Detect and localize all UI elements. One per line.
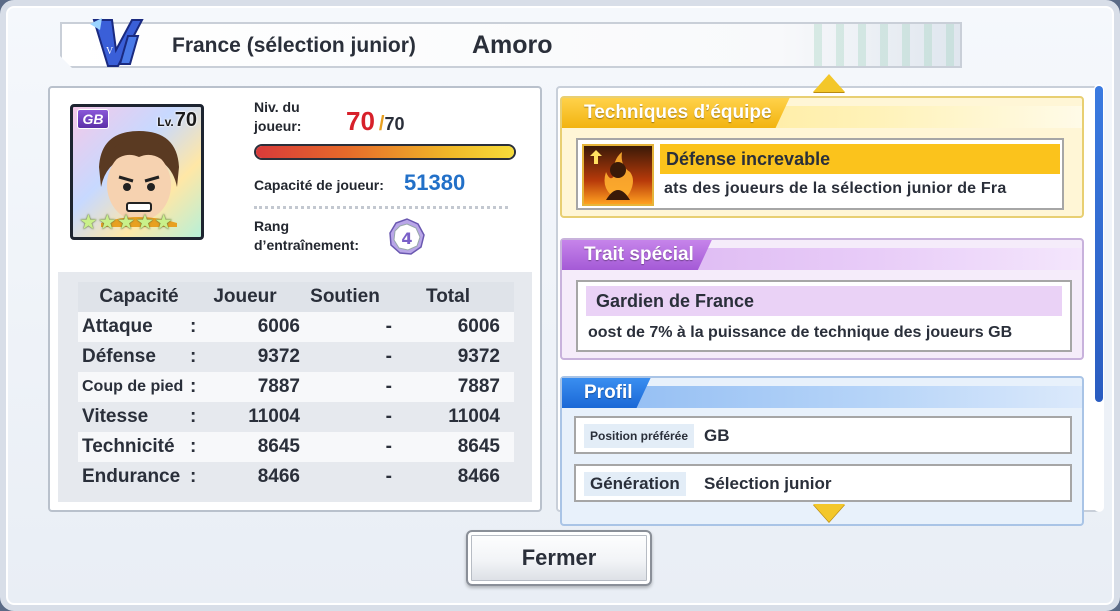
capacity-value: 51380 (404, 170, 466, 195)
stat-colon: : (190, 316, 197, 337)
stat-colon: : (190, 376, 197, 397)
stat-joueur: 9372 (257, 346, 300, 367)
stat-name: Défense (82, 346, 156, 367)
header-joueur: Joueur (213, 286, 277, 307)
stat-name: Attaque (82, 316, 153, 337)
scrollbar-thumb[interactable] (1095, 86, 1103, 402)
stat-soutien: - (385, 346, 392, 367)
trait-entry[interactable]: Gardien de France oost de 7% à la puissa… (576, 280, 1072, 352)
header-soutien: Soutien (310, 286, 380, 307)
training-rank-badge: 4 (388, 218, 426, 256)
player-level-value: 70/70 (346, 106, 405, 137)
position-badge: GB (77, 109, 109, 129)
scroll-up-arrow-icon[interactable] (813, 74, 845, 92)
stat-name: Endurance (82, 466, 181, 487)
svg-text:4: 4 (401, 229, 412, 248)
stat-soutien: - (385, 316, 392, 337)
profile-value: Sélection junior (704, 474, 832, 493)
technique-fire-icon (582, 144, 654, 206)
current-level: 70 (346, 106, 375, 136)
player-level-label: Niv. du joueur: (254, 99, 302, 134)
profile-key: Génération (584, 472, 686, 496)
special-trait-card: Trait spécial Gardien de France oost de … (560, 238, 1084, 360)
divider (254, 206, 508, 209)
stat-total: 8466 (457, 466, 500, 487)
card-level: 70 (174, 109, 197, 131)
stat-joueur: 8645 (257, 436, 300, 457)
level-progress-bar (254, 144, 516, 160)
stat-name: Technicité (82, 436, 175, 457)
stat-soutien: - (385, 406, 392, 427)
capacity-label: Capacité de joueur: (254, 177, 384, 193)
rank-gem-icon: 4 (389, 218, 425, 255)
stat-colon: : (190, 466, 197, 487)
technique-entry[interactable]: Défense increvable ats des joueurs de la… (576, 138, 1064, 210)
stat-joueur: 8466 (257, 466, 300, 487)
profile-row: Génération Sélection junior (574, 464, 1072, 502)
max-level: 70 (384, 114, 405, 134)
stat-soutien: - (385, 376, 392, 397)
table-row: Coup de pied : 7887 - 7887 (78, 372, 514, 402)
svg-text:V: V (106, 46, 114, 57)
team-name: France (sélection junior) (172, 34, 416, 57)
team-technique-title: Techniques d’équipe (562, 98, 790, 128)
level-progress-fill (256, 146, 514, 158)
profile-row: Position préférée GB (574, 416, 1072, 454)
scroll-down-arrow-icon[interactable] (813, 504, 845, 522)
stat-soutien: - (385, 436, 392, 457)
header-decoration (800, 24, 960, 66)
player-name: Amoro (472, 31, 553, 59)
stat-colon: : (190, 346, 197, 367)
stat-total: 9372 (457, 346, 500, 367)
header-total: Total (426, 286, 470, 307)
level-prefix: Lv. (157, 115, 174, 129)
table-row: Technicité : 8645 - 8645 (78, 432, 514, 462)
profile-key: Position préférée (584, 424, 695, 448)
trait-name: Gardien de France (586, 286, 1062, 316)
special-trait-title: Trait spécial (562, 240, 712, 270)
header-capacite: Capacité (99, 286, 179, 307)
star-rating: ★★★★★ (79, 211, 174, 234)
stat-total: 11004 (448, 406, 500, 427)
stat-name: Coup de pied (82, 378, 184, 395)
player-portrait: GB Lv. 70 ★★★★★ (70, 104, 204, 240)
victory-logo-icon: V (84, 14, 146, 72)
stat-colon: : (190, 406, 197, 427)
stats-header-row: Capacité Joueur Soutien Total (78, 282, 514, 312)
stat-total: 7887 (457, 376, 500, 397)
stats-table: Capacité Joueur Soutien Total Attaque : … (78, 282, 514, 492)
stat-joueur: 7887 (257, 376, 300, 397)
table-row: Endurance : 8466 - 8466 (78, 462, 514, 492)
close-button[interactable]: Fermer (466, 530, 652, 586)
trait-description: oost de 7% à la puissance de technique d… (588, 324, 1013, 341)
profile-title: Profil (562, 378, 651, 408)
table-row: Défense : 9372 - 9372 (78, 342, 514, 372)
stat-joueur: 6006 (257, 316, 300, 337)
stat-joueur: 11004 (248, 406, 300, 427)
table-row: Vitesse : 11004 - 11004 (78, 402, 514, 432)
team-technique-card: Techniques d’équipe Défense increvable a… (560, 96, 1084, 218)
training-rank-label: Rang d’entraînement: (254, 218, 360, 253)
table-row: Attaque : 6006 - 6006 (78, 312, 514, 342)
technique-description: ats des joueurs de la sélection junior d… (664, 180, 1007, 197)
stat-soutien: - (385, 466, 392, 487)
stat-total: 6006 (457, 316, 500, 337)
technique-name: Défense increvable (660, 144, 1060, 174)
level-badge: Lv. 70 (157, 109, 197, 132)
stat-total: 8645 (457, 436, 500, 457)
profile-value: GB (704, 426, 730, 445)
stat-name: Vitesse (82, 406, 149, 427)
stat-colon: : (190, 436, 197, 457)
